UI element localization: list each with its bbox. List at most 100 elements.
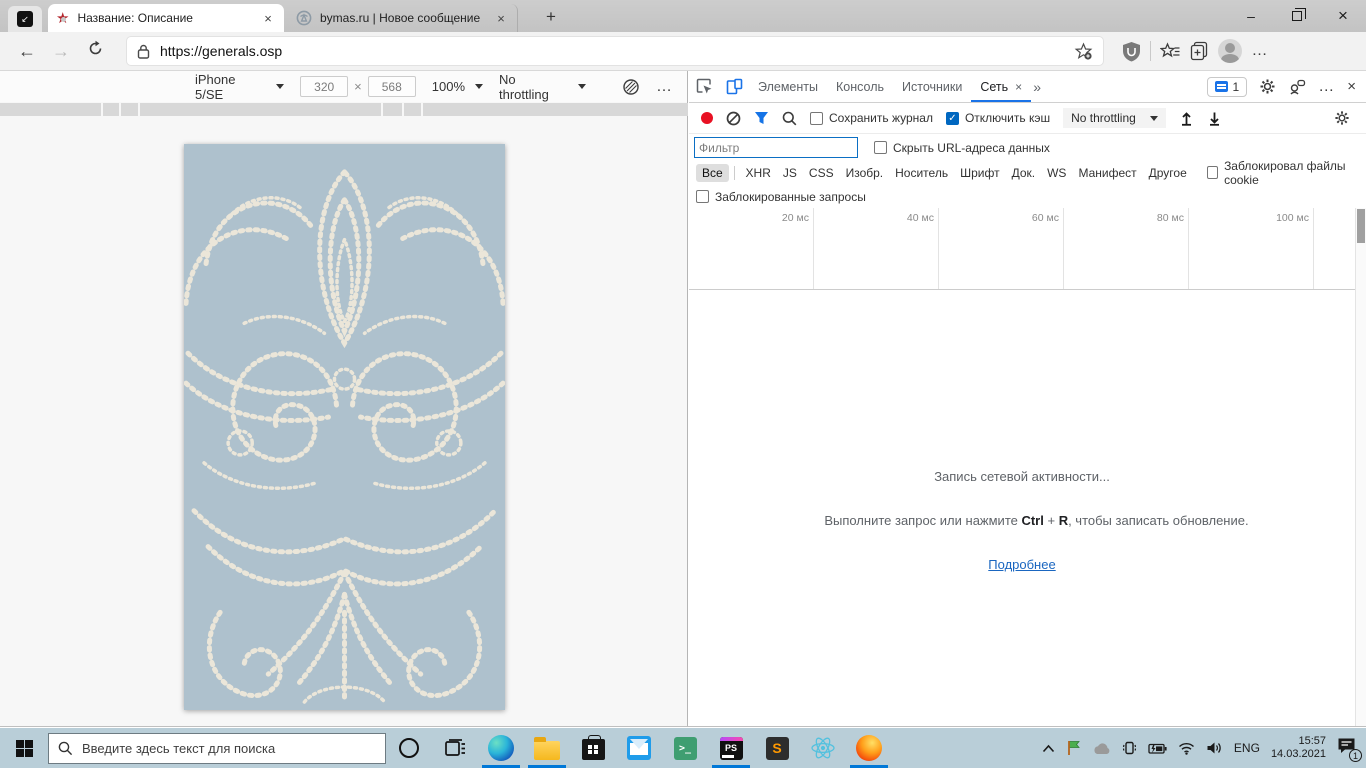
- network-settings-gear-icon[interactable]: [1334, 110, 1350, 126]
- devtools-settings-gear-icon[interactable]: [1259, 78, 1276, 95]
- tab-close-icon[interactable]: ×: [493, 11, 509, 26]
- reload-button[interactable]: [78, 40, 112, 62]
- avatar-icon: [1218, 39, 1242, 63]
- filter-xhr[interactable]: XHR: [740, 164, 777, 182]
- cortana-button[interactable]: [386, 728, 432, 768]
- record-button[interactable]: [701, 112, 713, 124]
- device-height-input[interactable]: [368, 76, 416, 97]
- clear-icon[interactable]: [726, 111, 741, 126]
- taskbar-clock[interactable]: 15:57 14.03.2021: [1271, 735, 1326, 761]
- tab-close-icon[interactable]: ×: [260, 11, 276, 26]
- onedrive-cloud-icon[interactable]: [1092, 742, 1111, 755]
- battery-charging-icon[interactable]: [1148, 742, 1167, 755]
- scrollbar-thumb[interactable]: [1357, 209, 1365, 243]
- devtools-close-button[interactable]: ×: [1347, 78, 1356, 95]
- browser-tab-active[interactable]: ★ Название: Описание ×: [48, 4, 284, 32]
- key-plus: +: [1044, 513, 1059, 528]
- taskbar-react-button[interactable]: [800, 728, 846, 768]
- settings-menu-button[interactable]: …: [1245, 42, 1275, 60]
- devtools-tab-sources[interactable]: Источники: [893, 72, 971, 102]
- import-har-icon[interactable]: [1179, 111, 1194, 126]
- back-button[interactable]: ←: [10, 41, 44, 62]
- address-bar[interactable]: https://generals.osp: [126, 36, 1104, 66]
- inspect-element-icon[interactable]: [689, 78, 719, 95]
- filter-all[interactable]: Все: [696, 164, 729, 182]
- rotate-disabled-icon: [622, 78, 640, 96]
- taskbar-mail-button[interactable]: [616, 728, 662, 768]
- window-close-button[interactable]: ×: [1320, 0, 1366, 32]
- filter-media[interactable]: Носитель: [889, 164, 954, 182]
- notification-count-badge: 1: [1349, 749, 1362, 762]
- filter-font[interactable]: Шрифт: [954, 164, 1005, 182]
- tab-actions-menu-button[interactable]: ↙: [8, 6, 42, 32]
- media-query-bar[interactable]: [0, 103, 687, 116]
- device-width-input[interactable]: [300, 76, 348, 97]
- filter-funnel-icon[interactable]: [754, 111, 769, 125]
- taskbar-sublime-button[interactable]: S: [754, 728, 800, 768]
- new-tab-button[interactable]: +: [540, 6, 562, 28]
- taskbar-search-input[interactable]: Введите здесь текст для поиска: [48, 733, 386, 764]
- add-favorite-star-icon[interactable]: [1074, 42, 1093, 61]
- phpstorm-icon: PS: [720, 737, 743, 760]
- wifi-icon[interactable]: [1178, 742, 1195, 755]
- timeline-tick: 100 мс: [1189, 208, 1314, 289]
- chevron-down-icon: [276, 84, 284, 89]
- tab-close-icon[interactable]: ×: [1015, 80, 1022, 94]
- blocked-cookies-label: Заблокировал файлы cookie: [1224, 159, 1359, 187]
- blocked-requests-checkbox[interactable]: Заблокированные запросы: [696, 190, 866, 204]
- browser-tab-inactive[interactable]: bymas.ru | Новое сообщение ×: [288, 4, 518, 32]
- devtools-tab-network[interactable]: Сеть ×: [971, 72, 1031, 102]
- zoom-select[interactable]: 100%: [432, 79, 483, 94]
- window-minimize-button[interactable]: –: [1228, 0, 1274, 32]
- network-throttling-select[interactable]: No throttling: [1063, 108, 1166, 128]
- devtools-tab-console[interactable]: Консоль: [827, 72, 893, 102]
- task-view-button[interactable]: [432, 728, 478, 768]
- flag-status-icon[interactable]: [1066, 740, 1081, 756]
- taskbar-phpstorm-button[interactable]: PS: [708, 728, 754, 768]
- filter-js[interactable]: JS: [777, 164, 803, 182]
- volume-icon[interactable]: [1206, 741, 1223, 755]
- taskbar-firefox-button[interactable]: [846, 728, 892, 768]
- filter-doc[interactable]: Док.: [1006, 164, 1042, 182]
- hidden-icons-chevron-icon[interactable]: [1042, 744, 1055, 753]
- search-icon[interactable]: [782, 111, 797, 126]
- action-center-button[interactable]: 1: [1337, 737, 1356, 759]
- taskbar-explorer-button[interactable]: [524, 728, 570, 768]
- adblock-shield-icon[interactable]: [1116, 41, 1146, 62]
- device-dimensions: ×: [300, 76, 416, 97]
- device-toolbar-more-button[interactable]: …: [656, 78, 673, 96]
- feedback-icon[interactable]: [1288, 79, 1306, 95]
- learn-more-link[interactable]: Подробнее: [988, 557, 1055, 572]
- device-viewport[interactable]: [184, 144, 505, 710]
- your-phone-icon[interactable]: [1122, 740, 1137, 756]
- issues-counter[interactable]: 1: [1207, 77, 1248, 97]
- filter-img[interactable]: Изобр.: [840, 164, 890, 182]
- filter-css[interactable]: CSS: [803, 164, 840, 182]
- window-restore-button[interactable]: [1274, 0, 1320, 32]
- device-select-label: iPhone 5/SE: [195, 72, 266, 102]
- device-select[interactable]: iPhone 5/SE: [195, 72, 284, 102]
- device-throttling-select[interactable]: No throttling: [499, 72, 586, 102]
- filter-other[interactable]: Другое: [1143, 164, 1193, 182]
- disable-cache-checkbox[interactable]: ✓ Отключить кэш: [946, 111, 1050, 125]
- collections-icon[interactable]: [1185, 41, 1215, 61]
- export-har-icon[interactable]: [1207, 111, 1222, 126]
- taskbar-terminal-button[interactable]: >_: [662, 728, 708, 768]
- language-indicator[interactable]: ENG: [1234, 741, 1260, 755]
- preserve-log-checkbox[interactable]: Сохранить журнал: [810, 111, 933, 125]
- device-toolbar-toggle-icon[interactable]: [719, 78, 749, 95]
- devtools-tab-elements[interactable]: Элементы: [749, 72, 827, 102]
- start-button[interactable]: [0, 728, 48, 768]
- devtools-menu-button[interactable]: …: [1318, 78, 1335, 96]
- filter-ws[interactable]: WS: [1041, 164, 1072, 182]
- favorites-bar-icon[interactable]: [1155, 42, 1185, 61]
- more-tabs-icon[interactable]: »: [1033, 79, 1041, 95]
- devtools-scrollbar[interactable]: [1355, 208, 1366, 726]
- profile-avatar[interactable]: [1215, 39, 1245, 63]
- filter-input[interactable]: [694, 137, 858, 158]
- taskbar-edge-button[interactable]: [478, 728, 524, 768]
- filter-manifest[interactable]: Манифест: [1072, 164, 1142, 182]
- hide-data-urls-checkbox[interactable]: Скрыть URL-адреса данных: [874, 141, 1050, 155]
- blocked-cookies-checkbox[interactable]: Заблокировал файлы cookie: [1207, 159, 1359, 187]
- taskbar-store-button[interactable]: [570, 728, 616, 768]
